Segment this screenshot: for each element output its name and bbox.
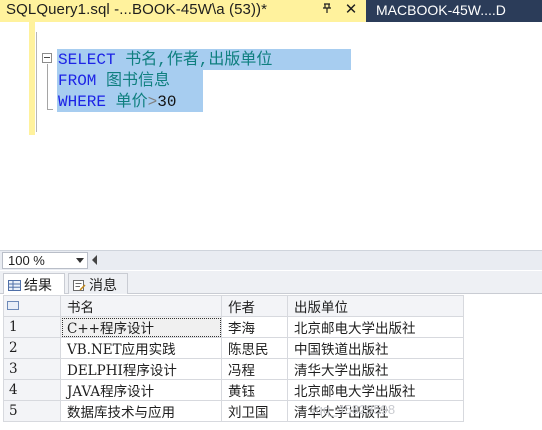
- grid-corner[interactable]: [3, 295, 61, 317]
- comparison-operator: >: [147, 93, 158, 111]
- zoom-dropdown[interactable]: 100 %: [2, 252, 88, 269]
- table-row[interactable]: 2 VB.NET应用实践 陈思民 中国铁道出版社: [3, 337, 464, 359]
- grid-cell[interactable]: C++程序设计: [60, 316, 222, 338]
- code-line-2: FROM 图书信息: [58, 71, 170, 91]
- chevron-down-icon[interactable]: [76, 258, 84, 263]
- grid-cell[interactable]: 陈思民: [221, 337, 288, 359]
- collapse-icon[interactable]: [42, 53, 52, 63]
- scroll-left-icon[interactable]: [92, 255, 97, 265]
- sql-keyword: WHERE: [58, 93, 107, 111]
- close-icon[interactable]: ✕: [344, 0, 358, 18]
- tab-results-label: 结果: [24, 277, 52, 293]
- grid-header-row: 书名 作者 出版单位: [3, 295, 464, 317]
- watermark-text: /qq_45828598: [312, 402, 396, 417]
- tab-results[interactable]: 结果: [3, 273, 65, 294]
- grid-cell[interactable]: 冯程: [221, 358, 288, 380]
- row-number[interactable]: 3: [3, 358, 61, 380]
- grid-icon: [8, 278, 21, 291]
- document-tab-strip: SQLQuery1.sql -...BOOK-45W\a (53))* ✕ MA…: [0, 0, 542, 22]
- column-header[interactable]: 作者: [221, 295, 288, 317]
- query-editor[interactable]: SELECT 书名,作者,出版单位 FROM 图书信息 WHERE 单价>30: [0, 22, 542, 250]
- code-line-1: SELECT 书名,作者,出版单位: [58, 50, 272, 70]
- grid-cell[interactable]: 李海: [221, 316, 288, 338]
- editor-status-bar: 100 %: [0, 250, 542, 270]
- table-row[interactable]: 3 DELPHI程序设计 冯程 清华大学出版社: [3, 358, 464, 380]
- grid-cell[interactable]: 北京邮电大学出版社: [287, 379, 464, 401]
- outline-line: [47, 64, 48, 109]
- grid-cell[interactable]: 北京邮电大学出版社: [287, 316, 464, 338]
- grid-cell[interactable]: JAVA程序设计: [60, 379, 222, 401]
- grid-cell[interactable]: 中国铁道出版社: [287, 337, 464, 359]
- table-name: 图书信息: [106, 72, 171, 90]
- row-number[interactable]: 4: [3, 379, 61, 401]
- grid-cell[interactable]: 清华大学出版社: [287, 358, 464, 380]
- grid-cell[interactable]: 数据库技术与应用: [60, 400, 222, 422]
- results-tab-strip: 结果 消息: [0, 271, 542, 294]
- zoom-value: 100 %: [8, 253, 45, 268]
- message-icon: [73, 278, 86, 291]
- grid-cell[interactable]: VB.NET应用实践: [60, 337, 222, 359]
- column-header[interactable]: 书名: [60, 295, 222, 317]
- grid-cell[interactable]: 黄钰: [221, 379, 288, 401]
- where-value: 30: [157, 93, 177, 111]
- outline-end: [47, 109, 53, 110]
- sql-keyword: SELECT: [58, 51, 116, 69]
- select-columns: 书名,作者,出版单位: [125, 51, 273, 69]
- pin-icon[interactable]: [320, 2, 334, 17]
- table-row[interactable]: 4 JAVA程序设计 黄钰 北京邮电大学出版社: [3, 379, 464, 401]
- tab-sqlquery1[interactable]: SQLQuery1.sql -...BOOK-45W\a (53))* ✕: [0, 0, 366, 22]
- where-column: 单价: [115, 93, 148, 111]
- table-row[interactable]: 1 C++程序设计 李海 北京邮电大学出版社: [3, 316, 464, 338]
- gutter-divider: [36, 32, 37, 132]
- tab-macbook[interactable]: MACBOOK-45W....D: [372, 0, 542, 22]
- tab-title: MACBOOK-45W....D: [376, 2, 506, 18]
- grid-cell[interactable]: 刘卫国: [221, 400, 288, 422]
- column-header[interactable]: 出版单位: [287, 295, 464, 317]
- change-margin: [29, 22, 35, 135]
- row-number[interactable]: 1: [3, 316, 61, 338]
- tab-title: SQLQuery1.sql -...BOOK-45W\a (53))*: [6, 1, 268, 18]
- tab-messages[interactable]: 消息: [68, 273, 128, 294]
- row-number[interactable]: 5: [3, 400, 61, 422]
- code-line-3: WHERE 单价>30: [58, 92, 176, 112]
- row-number[interactable]: 2: [3, 337, 61, 359]
- tab-messages-label: 消息: [89, 277, 117, 293]
- grid-cell[interactable]: DELPHI程序设计: [60, 358, 222, 380]
- sql-keyword: FROM: [58, 72, 97, 90]
